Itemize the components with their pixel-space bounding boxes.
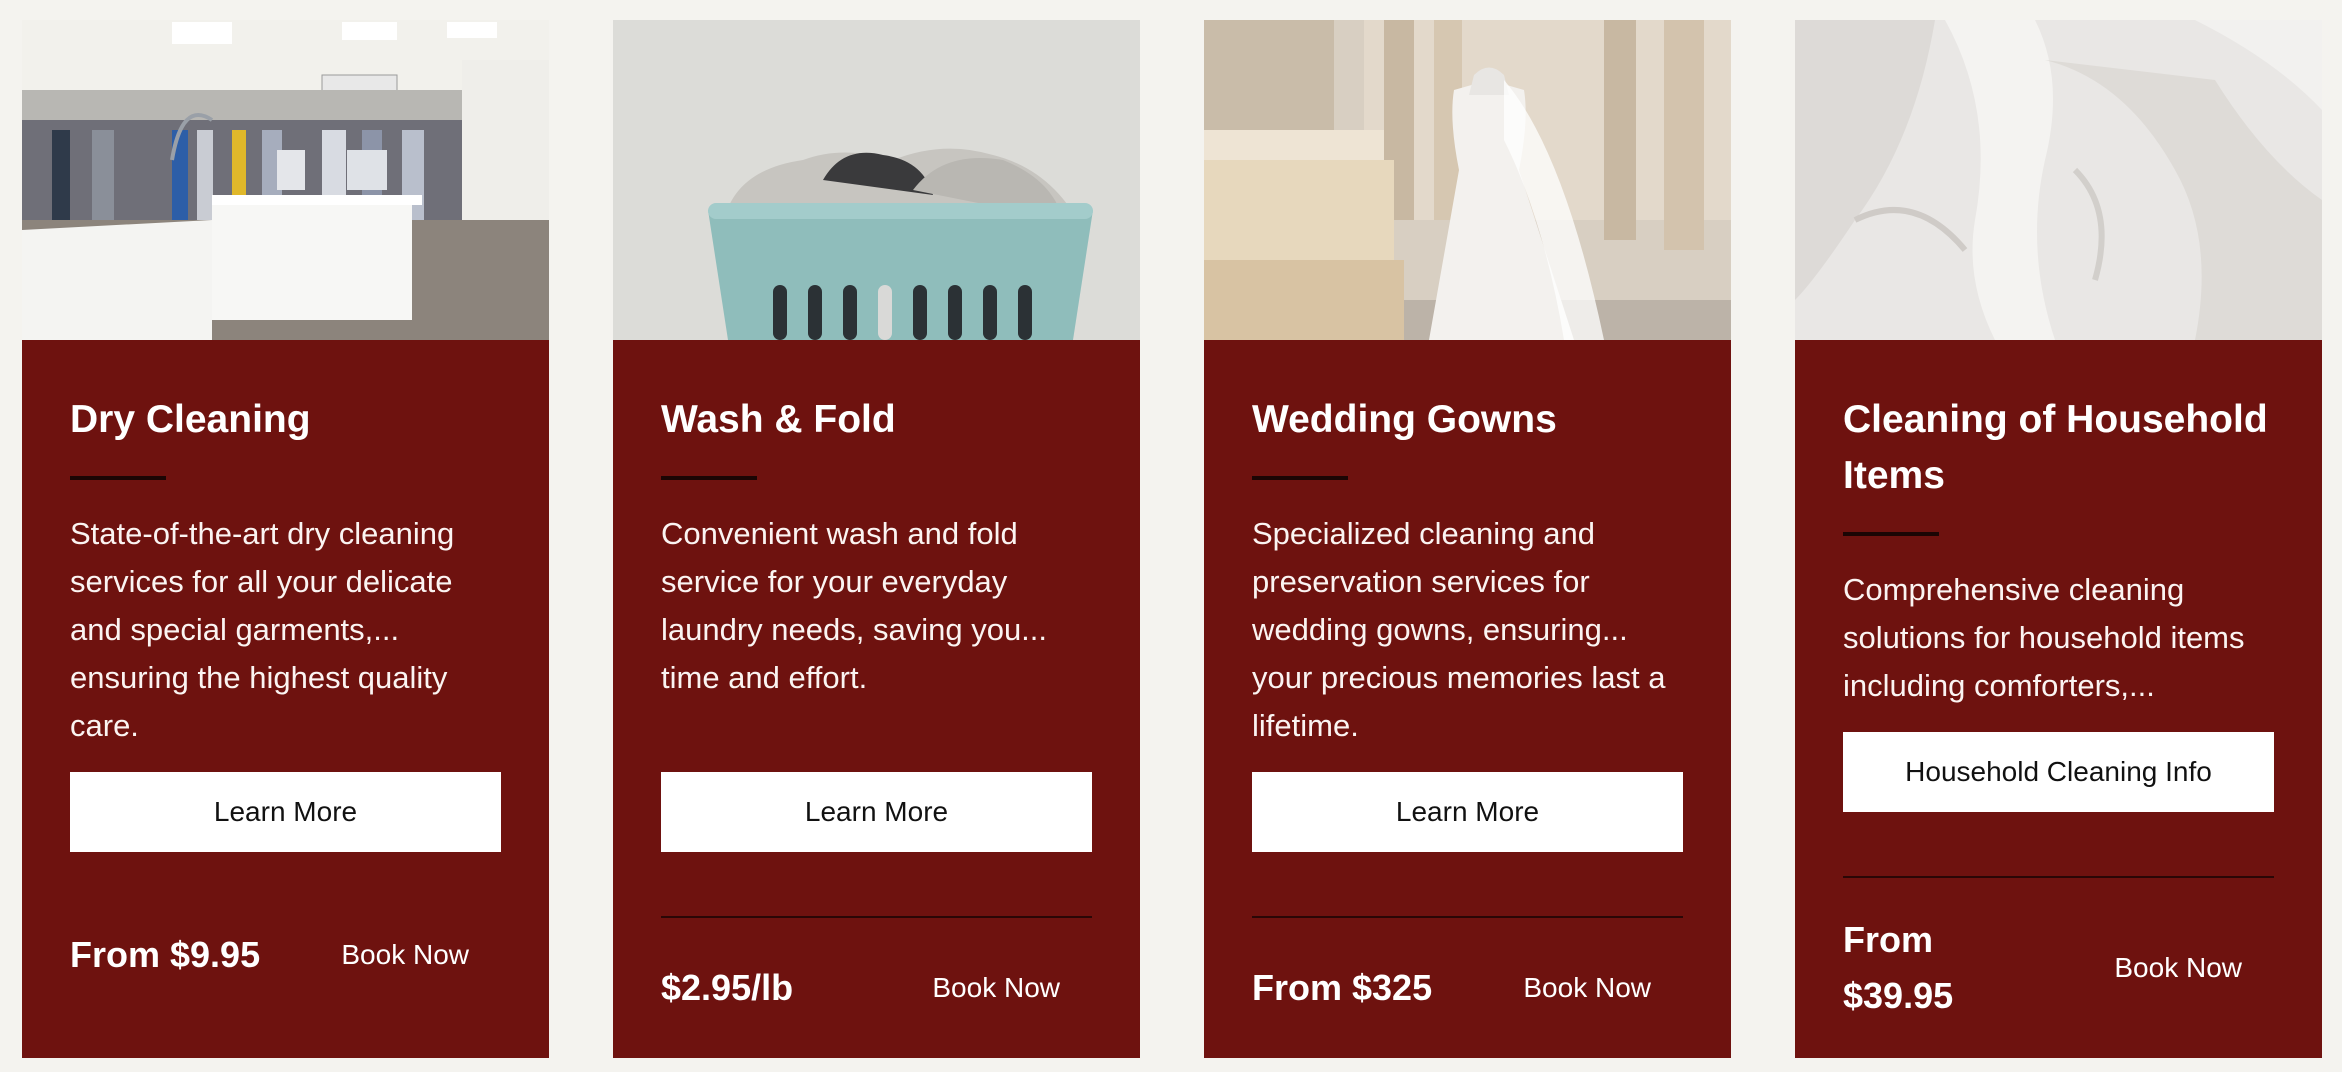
book-now-link[interactable]: Book Now	[2114, 952, 2242, 984]
book-now-link[interactable]: Book Now	[932, 972, 1060, 1004]
learn-more-button[interactable]: Learn More	[1252, 772, 1683, 852]
learn-more-button[interactable]: Learn More	[70, 772, 501, 852]
wedding-gown-photo	[1204, 20, 1731, 340]
service-card-wedding-gowns: Wedding Gowns Specialized cleaning and p…	[1204, 20, 1731, 1058]
title-underline	[70, 476, 166, 480]
card-description: Comprehensive cleaning solutions for hou…	[1843, 572, 2245, 703]
title-underline	[1252, 476, 1348, 480]
card-title: Cleaning of Household Items	[1843, 398, 2268, 497]
price-label: $2.95/lb	[661, 967, 794, 1008]
service-card-household-items: Cleaning of Household Items Comprehensiv…	[1795, 20, 2322, 1058]
card-title: Dry Cleaning	[70, 398, 311, 441]
dry-cleaning-photo	[22, 20, 549, 340]
card-description: Specialized cleaning and preservation se…	[1252, 516, 1666, 743]
book-now-link[interactable]: Book Now	[341, 939, 469, 971]
title-underline	[1843, 532, 1939, 536]
learn-more-button[interactable]: Learn More	[661, 772, 1092, 852]
card-title: Wedding Gowns	[1252, 398, 1557, 441]
bedding-photo	[1795, 20, 2322, 340]
card-footer: From $325 Book Now	[1252, 918, 1683, 1058]
card-description: Convenient wash and fold service for you…	[661, 516, 1048, 695]
card-footer: $2.95/lb Book Now	[661, 918, 1092, 1058]
card-description: State-of-the-art dry cleaning services f…	[70, 516, 455, 743]
book-now-link[interactable]: Book Now	[1523, 972, 1651, 1004]
card-title: Wash & Fold	[661, 398, 896, 441]
card-footer: From $9.95 Book Now	[70, 852, 501, 1058]
price-label: From $9.95	[70, 934, 261, 975]
service-card-dry-cleaning: Dry Cleaning State-of-the-art dry cleani…	[22, 20, 549, 1058]
price-label: From $325	[1252, 967, 1433, 1008]
service-card-wash-and-fold: Wash & Fold Convenient wash and fold ser…	[613, 20, 1140, 1058]
household-cleaning-info-button[interactable]: Household Cleaning Info	[1843, 732, 2274, 812]
title-underline	[661, 476, 757, 480]
laundry-basket-photo	[613, 20, 1140, 340]
service-cards: Dry Cleaning State-of-the-art dry cleani…	[22, 20, 2322, 1058]
card-footer: From $39.95 Book Now	[1843, 878, 2274, 1058]
price-label: From $39.95	[1843, 919, 1954, 1016]
